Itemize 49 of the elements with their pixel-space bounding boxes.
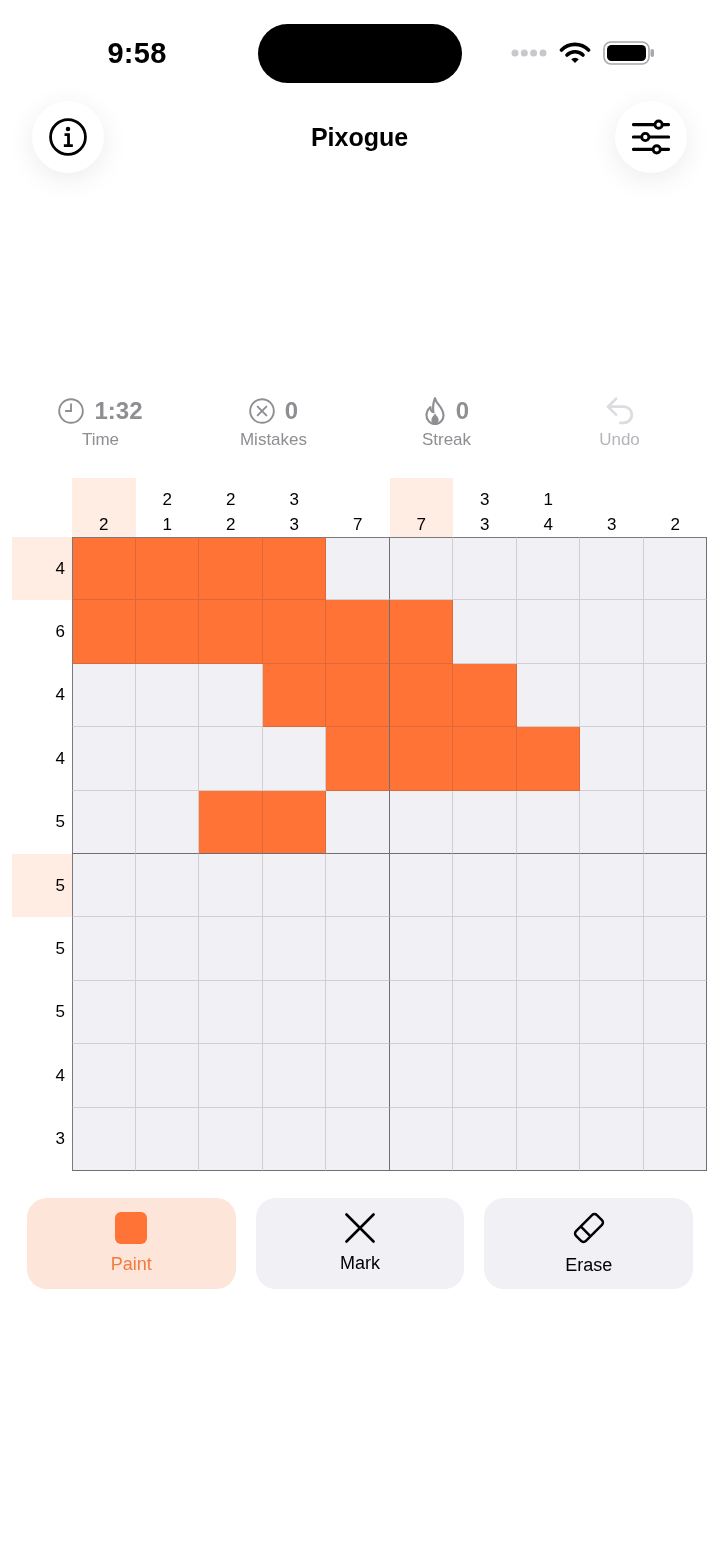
filled-cell[interactable] [262, 537, 326, 601]
filled-cell[interactable] [135, 537, 199, 601]
column-clue: 3 [607, 514, 617, 536]
column-clue: 1 4 [543, 489, 553, 536]
filled-cell[interactable] [326, 600, 390, 664]
status-time: 9:58 [107, 36, 167, 70]
row-clue: 5 [55, 938, 65, 961]
stat-value: 0 [284, 396, 299, 426]
row-clue: 5 [55, 1001, 65, 1024]
column-clue: 2 1 [162, 489, 172, 536]
row-clue: 4 [55, 1064, 65, 1087]
settings-icon [632, 118, 670, 156]
filled-cell[interactable] [72, 537, 136, 601]
erase-tool-button[interactable]: Erase [484, 1197, 693, 1289]
row-clue: 5 [55, 811, 65, 834]
column-clue: 3 3 [480, 489, 490, 536]
row-clue: 3 [55, 1128, 65, 1151]
row-clue: 5 [55, 874, 65, 897]
row-clue: 4 [55, 747, 65, 770]
wifi-icon [559, 42, 591, 64]
flame-icon [423, 397, 446, 425]
undo-icon [605, 397, 634, 425]
square-icon [115, 1211, 148, 1244]
eraser-icon [571, 1210, 606, 1245]
app-title: Pixogue [310, 122, 409, 152]
battery-icon [603, 41, 655, 65]
column-clue: 2 [99, 514, 109, 536]
stat-label: Streak [421, 429, 472, 451]
row-clue: 6 [55, 621, 65, 644]
stat-value: 0 [455, 396, 470, 426]
mark-tool-button[interactable]: Mark [255, 1197, 465, 1289]
filled-cell[interactable] [326, 727, 390, 791]
stat-label: Time [81, 429, 120, 451]
x-icon [345, 1212, 375, 1243]
column-clue: 7 [416, 514, 426, 536]
clock-icon [58, 398, 85, 424]
stat-label: Mistakes [239, 429, 308, 451]
column-clue: 3 3 [289, 489, 299, 536]
x-circle-icon [248, 398, 275, 424]
column-clue: 7 [353, 514, 363, 536]
stat-value: 1:32 [94, 396, 143, 426]
column-clue: 2 [670, 514, 680, 536]
filled-cell[interactable] [326, 663, 390, 728]
row-clue: 4 [55, 557, 65, 580]
column-clue: 2 2 [226, 489, 236, 536]
info-icon [49, 118, 87, 156]
row-clue: 4 [55, 684, 65, 707]
signal-icon [511, 49, 547, 57]
filled-cell[interactable] [199, 537, 263, 601]
